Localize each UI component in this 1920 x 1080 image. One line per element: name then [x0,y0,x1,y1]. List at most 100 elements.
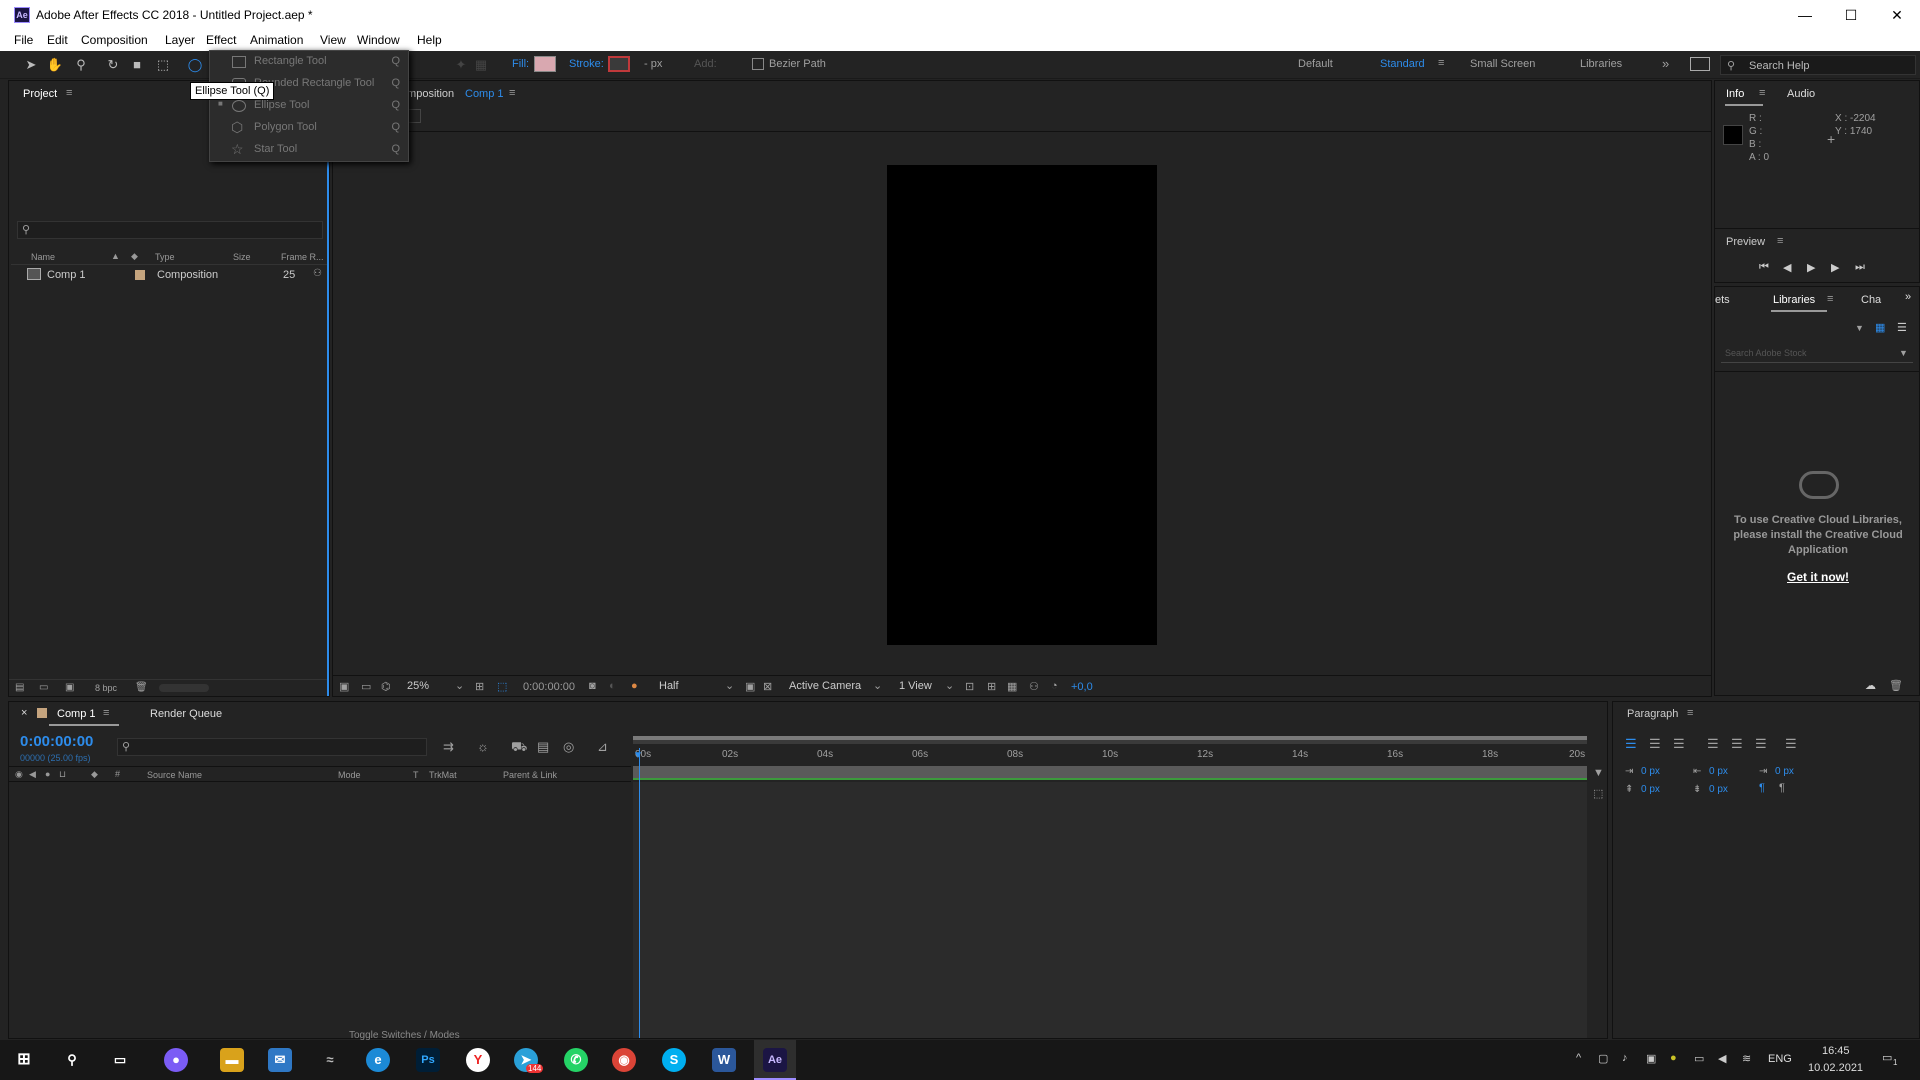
chevron-down-icon[interactable]: ▼ [1855,323,1864,333]
pan-behind-tool-icon[interactable]: ⬚ [154,57,172,73]
chevron-down-icon[interactable]: ▼ [1899,348,1908,358]
hide-shy-layers-icon[interactable]: ⛟ [511,739,527,757]
current-time-display[interactable]: 0:00:00:00 [523,681,575,693]
exposure-value[interactable]: +0,0 [1071,681,1093,693]
composition-mini-flowchart-icon[interactable]: ⇉ [443,739,454,755]
assistant-app-icon[interactable]: ● [164,1048,188,1072]
toggle-pixel-aspect-icon[interactable]: ⊡ [965,680,974,693]
panel-menu-icon[interactable]: ≡ [66,87,72,99]
playhead-icon[interactable]: ▼ [633,750,643,761]
panel-menu-icon[interactable]: ≡ [1687,707,1693,719]
panel-layout-icon[interactable] [1690,57,1710,71]
sync-cloud-icon[interactable]: ☁ [1865,679,1876,692]
zoom-select[interactable]: 25% [407,680,429,692]
menu-help[interactable]: Help [417,33,442,47]
column-parent-link[interactable]: Parent & Link [503,770,557,780]
first-line-indent-field[interactable]: 0 px [1775,766,1794,777]
word-icon[interactable]: W [712,1048,736,1072]
chevron-right-icon[interactable]: » [1662,56,1669,71]
workspace-small-screen[interactable]: Small Screen [1470,58,1535,70]
close-button[interactable]: ✕ [1874,0,1920,30]
menu-layer[interactable]: Layer [165,33,195,47]
stroke-swatch[interactable] [608,56,630,72]
menu-animation[interactable]: Animation [250,33,303,47]
column-mode[interactable]: Mode [338,770,361,780]
workspace-menu-icon[interactable]: ≡ [1438,57,1444,69]
camera-select[interactable]: Active Camera [789,680,861,692]
draft-3d-icon[interactable]: ☼ [477,739,489,754]
last-frame-icon[interactable]: ⏭ [1855,261,1865,274]
align-left-icon[interactable]: ☰ [1625,736,1637,752]
project-tab[interactable]: Project [23,88,57,100]
selection-tool-icon[interactable]: ➤ [22,57,40,73]
trash-icon[interactable]: 🗑 [135,682,148,693]
after-effects-taskbar-active[interactable]: Ae [754,1040,796,1080]
align-right-icon[interactable]: ☰ [1673,736,1685,752]
fit-icon[interactable]: ⊞ [475,680,484,693]
timeline-icon[interactable]: ▦ [1007,680,1017,693]
preview-title[interactable]: Preview [1726,236,1765,248]
bookmark-icon[interactable]: ▼ [1593,767,1604,779]
tray-app-icon[interactable]: ▣ [1646,1052,1656,1065]
monitor-icon[interactable]: ▭ [361,680,371,693]
resolution-select[interactable]: Half [659,680,679,692]
column-t[interactable]: T [413,770,419,780]
wifi-icon[interactable]: ≋ [1742,1052,1751,1065]
transparency-grid-icon[interactable]: ⊠ [763,680,772,693]
justify-all-icon[interactable]: ☰ [1785,736,1797,752]
composition-canvas[interactable] [887,165,1157,645]
menu-window[interactable]: Window [357,33,400,47]
list-view-icon[interactable]: ☰ [1897,321,1907,334]
views-select[interactable]: 1 View [899,680,932,692]
frame-blending-icon[interactable]: ▤ [537,739,549,755]
notifications-icon[interactable]: ▭ [1882,1051,1892,1064]
thumbnail-slider[interactable] [159,684,209,692]
always-preview-icon[interactable]: ▣ [339,680,349,693]
fill-swatch[interactable] [534,56,556,72]
grid-view-icon[interactable]: ▦ [1875,321,1885,334]
snapshot-camera-icon[interactable]: ◙ [589,680,596,692]
tab-character[interactable]: Cha [1861,294,1881,306]
composition-tab-name[interactable]: Comp 1 [465,88,504,100]
region-of-interest-icon[interactable]: ⬚ [497,680,507,693]
justify-left-icon[interactable]: ☰ [1707,736,1719,752]
camera-tool-icon[interactable]: ■ [128,57,146,73]
menu-item-rectangle-tool[interactable]: Rectangle Tool Q [210,51,408,73]
tray-device-icon[interactable]: ▢ [1598,1052,1608,1065]
timeline-track-area[interactable] [633,782,1587,1038]
battery-icon[interactable]: ▭ [1694,1052,1704,1065]
space-after-field[interactable]: 0 px [1709,784,1728,795]
project-search-input[interactable]: ⚲ [17,221,323,239]
comp-duration-bar[interactable] [633,766,1587,780]
workspace-standard[interactable]: Standard [1380,58,1425,70]
ltr-direction-icon[interactable]: ¶ [1759,782,1765,794]
fast-previews-icon[interactable]: ▣ [745,680,755,693]
panel-menu-icon[interactable]: ≡ [1759,87,1765,99]
sort-arrow-icon[interactable]: ▲ [111,251,120,261]
clock-time[interactable]: 16:45 [1822,1045,1850,1057]
current-time-indicator[interactable] [639,748,640,1038]
edge-browser-icon[interactable]: e [366,1048,390,1072]
column-size[interactable]: Size [233,252,251,262]
tab-effects-presets[interactable]: ets [1715,294,1730,306]
chevron-down-icon[interactable]: ⌄ [455,679,464,692]
new-composition-icon[interactable]: ▣ [65,682,74,693]
windows-start-icon[interactable]: ⊞ [12,1048,36,1072]
align-center-icon[interactable]: ☰ [1649,736,1661,752]
work-area-bar[interactable] [633,736,1587,744]
show-snapshot-icon[interactable]: ◐ [609,680,616,692]
timeline-search-input[interactable]: ⚲ [117,738,427,756]
menu-item-polygon-tool[interactable]: ⬡ Polygon Tool Q [210,117,408,139]
app-icon-generic[interactable]: ≈ [318,1048,342,1072]
maximize-button[interactable]: ☐ [1828,0,1874,30]
paragraph-title[interactable]: Paragraph [1627,708,1678,720]
justify-center-icon[interactable]: ☰ [1731,736,1743,752]
tab-libraries[interactable]: Libraries [1773,294,1815,306]
indent-left-field[interactable]: 0 px [1641,766,1660,777]
label-tag-icon[interactable]: ◆ [131,251,138,262]
space-before-field[interactable]: 0 px [1641,784,1660,795]
tray-status-icon[interactable]: ● [1670,1052,1677,1064]
timeline-tab-comp1[interactable]: Comp 1 [57,708,96,720]
chevron-down-icon[interactable]: ⌄ [945,679,954,692]
lock-icon[interactable]: ⊔ [59,769,66,780]
